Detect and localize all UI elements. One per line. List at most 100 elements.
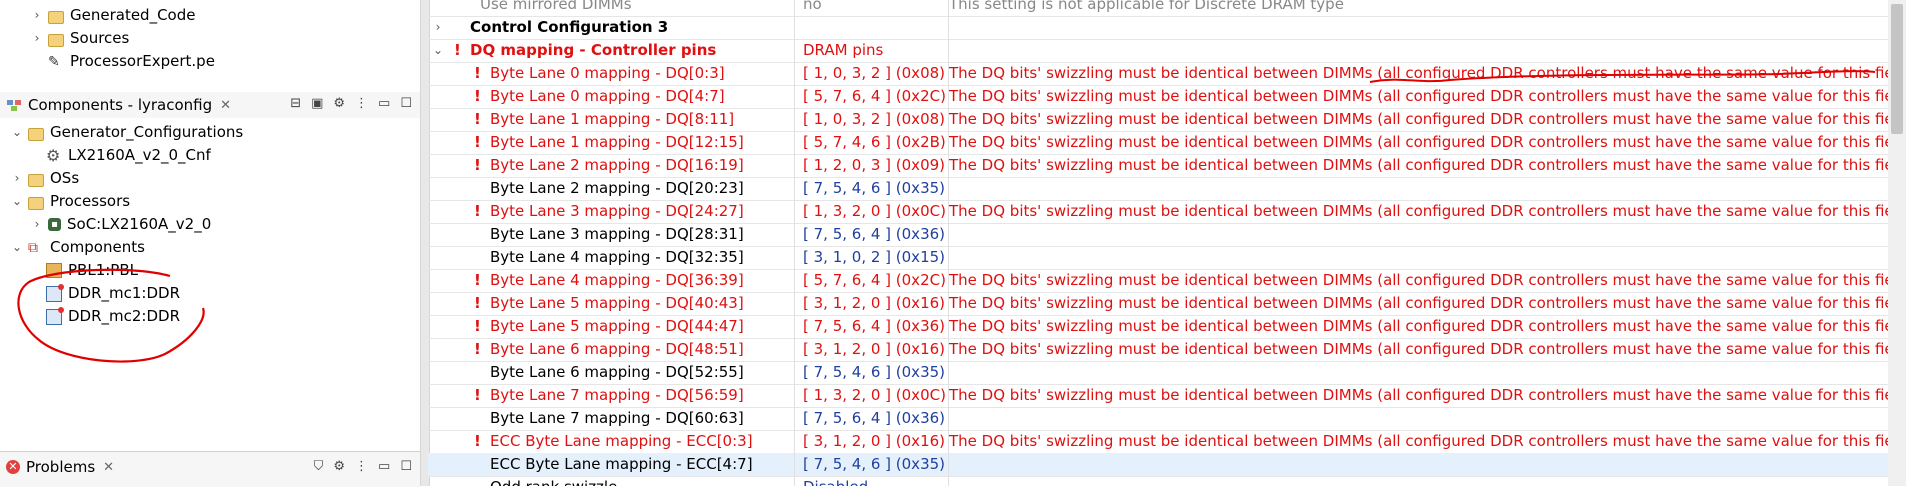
property-name-cell[interactable]: ECC Byte Lane mapping - ECC[4:7]: [428, 453, 795, 476]
table-row[interactable]: ! Byte Lane 0 mapping - DQ[0:3] [ 1, 0, 3,…: [428, 62, 1888, 86]
property-value-cell[interactable]: [ 7, 5, 4, 6 ] (0x35): [795, 453, 949, 476]
chevron-right-icon[interactable]: ›: [30, 213, 44, 236]
table-row[interactable]: ! Byte Lane 1 mapping - DQ[8:11] [ 1, 0, 3…: [428, 108, 1888, 132]
property-name-cell[interactable]: ! Byte Lane 6 mapping - DQ[48:51]: [428, 338, 795, 361]
collapse-all-icon[interactable]: ⊟: [290, 96, 301, 111]
property-value-cell[interactable]: [ 7, 5, 6, 4 ] (0x36): [795, 407, 949, 430]
property-name-cell[interactable]: ! Byte Lane 2 mapping - DQ[16:19]: [428, 154, 795, 177]
property-name-cell[interactable]: Use mirrored DIMMs: [428, 0, 795, 16]
property-value-cell[interactable]: [ 5, 7, 6, 4 ] (0x2C): [795, 269, 949, 292]
tree-item-pbl1[interactable]: PBL1:PBL: [46, 259, 138, 282]
property-name-cell[interactable]: ! Byte Lane 0 mapping - DQ[0:3]: [428, 62, 795, 85]
property-name-cell[interactable]: Odd rank swizzle: [428, 476, 795, 486]
table-row[interactable]: ! Byte Lane 2 mapping - DQ[16:19] [ 1, 2, …: [428, 154, 1888, 178]
minimize-icon[interactable]: ▭: [378, 459, 390, 474]
chevron-down-icon[interactable]: ⌄: [10, 121, 24, 144]
table-row[interactable]: ! Byte Lane 6 mapping - DQ[48:51] [ 3, 1, …: [428, 338, 1888, 362]
table-row[interactable]: ! Byte Lane 5 mapping - DQ[44:47] [ 7, 5, …: [428, 315, 1888, 339]
tree-item-sources[interactable]: › Sources: [30, 27, 130, 50]
table-row[interactable]: Byte Lane 6 mapping - DQ[52:55] [ 7, 5, 4…: [428, 361, 1888, 385]
property-value-cell[interactable]: no: [795, 0, 949, 16]
property-value-cell[interactable]: [795, 16, 949, 39]
property-name-cell[interactable]: Byte Lane 6 mapping - DQ[52:55]: [428, 361, 795, 384]
table-row[interactable]: ECC Byte Lane mapping - ECC[4:7] [ 7, 5, …: [428, 453, 1888, 477]
close-icon[interactable]: ✕: [103, 460, 114, 475]
property-name-cell[interactable]: Byte Lane 2 mapping - DQ[20:23]: [428, 177, 795, 200]
property-value-cell[interactable]: [ 1, 0, 3, 2 ] (0x08): [795, 108, 949, 131]
property-name-cell[interactable]: Byte Lane 7 mapping - DQ[60:63]: [428, 407, 795, 430]
property-value-cell[interactable]: [ 7, 5, 6, 4 ] (0x36): [795, 315, 949, 338]
table-row[interactable]: Use mirrored DIMMs no This setting is not …: [428, 0, 1888, 17]
chevron-down-icon[interactable]: ⌄: [10, 190, 24, 213]
property-value-cell[interactable]: [ 5, 7, 6, 4 ] (0x2C): [795, 85, 949, 108]
property-value-cell[interactable]: [ 5, 7, 4, 6 ] (0x2B): [795, 131, 949, 154]
problems-tab[interactable]: ✕ Problems ✕: [6, 458, 114, 476]
chevron-right-icon[interactable]: ›: [30, 27, 44, 50]
property-name-cell[interactable]: Byte Lane 3 mapping - DQ[28:31]: [428, 223, 795, 246]
chevron-right-icon[interactable]: ›: [10, 167, 24, 190]
property-value-cell[interactable]: [ 1, 2, 0, 3 ] (0x09): [795, 154, 949, 177]
view-menu-icon[interactable]: ⋮: [355, 459, 368, 474]
tree-item-oss[interactable]: › OSs: [10, 167, 80, 190]
table-row[interactable]: Byte Lane 3 mapping - DQ[28:31] [ 7, 5, 6…: [428, 223, 1888, 247]
tree-item-ddr-mc1[interactable]: DDR_mc1:DDR: [46, 282, 180, 305]
minimize-icon[interactable]: ▭: [378, 96, 390, 111]
chevron-right-icon[interactable]: ›: [432, 16, 444, 39]
filter-icon[interactable]: ⛉: [314, 459, 324, 474]
table-row[interactable]: ! Byte Lane 5 mapping - DQ[40:43] [ 3, 1, …: [428, 292, 1888, 316]
tree-item-processorexpert-pe[interactable]: ✎ ProcessorExpert.pe: [48, 50, 215, 73]
property-name-cell[interactable]: Byte Lane 4 mapping - DQ[32:35]: [428, 246, 795, 269]
property-name-cell[interactable]: ! Byte Lane 7 mapping - DQ[56:59]: [428, 384, 795, 407]
property-name-cell[interactable]: ! Byte Lane 1 mapping - DQ[8:11]: [428, 108, 795, 131]
open-folder-icon[interactable]: ▣: [311, 96, 323, 111]
table-row[interactable]: Byte Lane 4 mapping - DQ[32:35] [ 3, 1, 0…: [428, 246, 1888, 270]
property-value-cell[interactable]: [ 1, 0, 3, 2 ] (0x08): [795, 62, 949, 85]
property-name-cell[interactable]: ! Byte Lane 5 mapping - DQ[44:47]: [428, 315, 795, 338]
tree-item-ddr-mc2[interactable]: DDR_mc2:DDR: [46, 305, 180, 328]
maximize-icon[interactable]: ☐: [400, 96, 412, 111]
tree-item-components[interactable]: ⌄ ⧉ Components: [10, 236, 145, 259]
close-icon[interactable]: ✕: [220, 98, 231, 113]
property-name-cell[interactable]: › Control Configuration 3: [428, 16, 795, 39]
property-name-cell[interactable]: ! Byte Lane 0 mapping - DQ[4:7]: [428, 85, 795, 108]
property-value-cell[interactable]: [ 3, 1, 2, 0 ] (0x16): [795, 338, 949, 361]
property-value-cell[interactable]: DRAM pins: [795, 39, 949, 62]
table-row[interactable]: Byte Lane 2 mapping - DQ[20:23] [ 7, 5, 4…: [428, 177, 1888, 201]
table-row[interactable]: ! Byte Lane 0 mapping - DQ[4:7] [ 5, 7, 6,…: [428, 85, 1888, 109]
property-value-cell[interactable]: [ 7, 5, 6, 4 ] (0x36): [795, 223, 949, 246]
table-row[interactable]: ⌄! DQ mapping - Controller pins DRAM pins: [428, 39, 1888, 63]
property-value-cell[interactable]: [ 7, 5, 4, 6 ] (0x35): [795, 177, 949, 200]
tree-item-processors[interactable]: ⌄ Processors: [10, 190, 130, 213]
property-value-cell[interactable]: [ 7, 5, 4, 6 ] (0x35): [795, 361, 949, 384]
scrollbar-thumb[interactable]: [1891, 4, 1903, 134]
table-row[interactable]: ! ECC Byte Lane mapping - ECC[0:3] [ 3, 1,…: [428, 430, 1888, 454]
property-name-cell[interactable]: ! ECC Byte Lane mapping - ECC[0:3]: [428, 430, 795, 453]
table-row[interactable]: ! Byte Lane 4 mapping - DQ[36:39] [ 5, 7, …: [428, 269, 1888, 293]
chevron-right-icon[interactable]: ›: [30, 4, 44, 27]
table-row[interactable]: Odd rank swizzle Disabled: [428, 476, 1888, 486]
view-menu-icon[interactable]: ⋮: [355, 96, 368, 111]
property-value-cell[interactable]: [ 3, 1, 2, 0 ] (0x16): [795, 430, 949, 453]
property-value-cell[interactable]: [ 1, 3, 2, 0 ] (0x0C): [795, 200, 949, 223]
settings-icon[interactable]: ⚙: [333, 96, 345, 111]
tree-item-soc[interactable]: › ▪ SoC:LX2160A_v2_0: [30, 213, 212, 236]
tree-item-generator-configurations[interactable]: ⌄ Generator_Configurations: [10, 121, 243, 144]
property-value-cell[interactable]: [ 1, 3, 2, 0 ] (0x0C): [795, 384, 949, 407]
property-name-cell[interactable]: ⌄! DQ mapping - Controller pins: [428, 39, 795, 62]
tree-item-generated-code[interactable]: › Generated_Code: [30, 4, 196, 27]
table-row[interactable]: ! Byte Lane 7 mapping - DQ[56:59] [ 1, 3, …: [428, 384, 1888, 408]
property-value-cell[interactable]: [ 3, 1, 2, 0 ] (0x16): [795, 292, 949, 315]
property-value-cell[interactable]: Disabled: [795, 476, 949, 486]
table-row[interactable]: ! Byte Lane 3 mapping - DQ[24:27] [ 1, 3, …: [428, 200, 1888, 224]
property-value-cell[interactable]: [ 3, 1, 0, 2 ] (0x15): [795, 246, 949, 269]
property-name-cell[interactable]: ! Byte Lane 5 mapping - DQ[40:43]: [428, 292, 795, 315]
maximize-icon[interactable]: ☐: [400, 459, 412, 474]
property-name-cell[interactable]: ! Byte Lane 3 mapping - DQ[24:27]: [428, 200, 795, 223]
table-row[interactable]: Byte Lane 7 mapping - DQ[60:63] [ 7, 5, 6…: [428, 407, 1888, 431]
property-name-cell[interactable]: ! Byte Lane 4 mapping - DQ[36:39]: [428, 269, 795, 292]
table-row[interactable]: › Control Configuration 3: [428, 16, 1888, 40]
property-name-cell[interactable]: ! Byte Lane 1 mapping - DQ[12:15]: [428, 131, 795, 154]
table-row[interactable]: ! Byte Lane 1 mapping - DQ[12:15] [ 5, 7, …: [428, 131, 1888, 155]
chevron-down-icon[interactable]: ⌄: [432, 39, 444, 62]
settings-icon[interactable]: ⚙: [333, 459, 345, 474]
